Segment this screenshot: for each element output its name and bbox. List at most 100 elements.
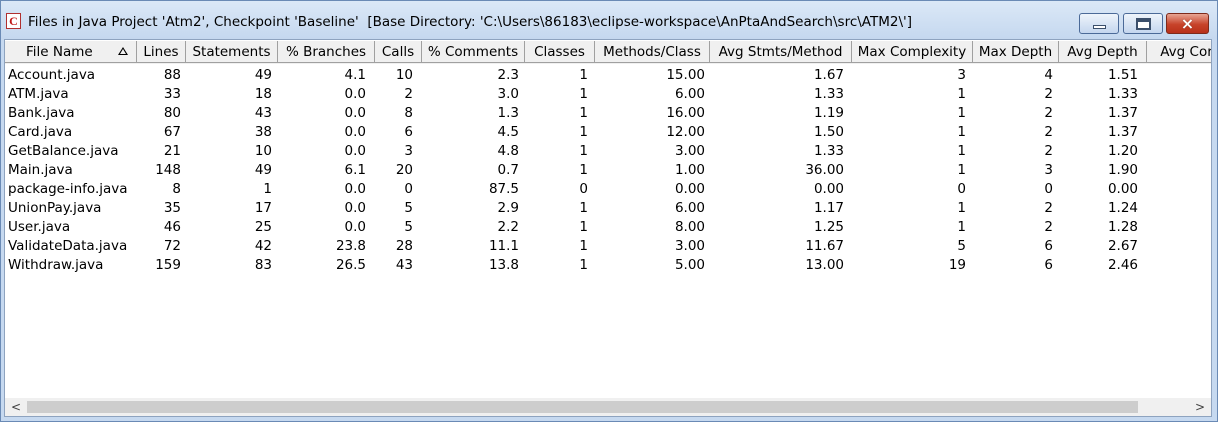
file-metrics-table: File Name Lines Statements% Branches Calls%… [4,39,1212,417]
cell-calls: 5 [404,200,413,216]
cell-avg-stmts-per-method: 1.50 [813,124,844,140]
cell-methods-per-class: 8.00 [674,219,705,235]
title-bar[interactable]: C Files in Java Project 'Atm2', Checkpoi… [1,1,1217,39]
cell-classes: 1 [579,105,588,121]
cell-statements: 25 [254,219,272,235]
column-header-avg-stmts-per-method[interactable]: Avg Stmts/Method [710,41,852,63]
cell-lines: 35 [163,200,181,216]
cell-avg-stmts-per-method: 36.00 [805,162,844,178]
table-row[interactable]: Account.java 88 49 4.1 10 2.3 1 15.00 1.67 3 4 1.51 [5,66,1211,85]
column-header-avg-depth[interactable]: Avg Depth [1059,41,1147,63]
cell-avg-stmts-per-method: 1.33 [813,86,844,102]
table-row[interactable]: Bank.java 80 43 0.0 8 1.3 1 16.00 1.19 1 2 1.37 [5,104,1211,123]
cell-avg-stmts-per-method: 0.00 [813,181,844,197]
cell-avg-depth: 1.28 [1107,219,1138,235]
cell-max-depth: 2 [1044,124,1053,140]
table-row[interactable]: ValidateData.java 72 42 23.8 28 11.1 1 3.00 11.6… [5,237,1211,256]
close-icon: × [1180,14,1195,33]
cell-classes: 1 [579,238,588,254]
cell-classes: 1 [579,257,588,273]
cell-max-complexity: 1 [957,219,966,235]
cell-lines: 148 [155,162,181,178]
cell-avg-depth: 2.46 [1107,257,1138,273]
cell-avg-depth: 1.33 [1107,86,1138,102]
column-header-methods-per-class[interactable]: Methods/Class [595,41,710,63]
cell-comments: 2.3 [497,67,519,83]
table-row[interactable]: User.java 46 25 0.0 5 2.2 1 8.00 1.25 1 2 1.28 [5,218,1211,237]
cell-comments: 2.2 [497,219,519,235]
column-header-classes[interactable]: Classes [525,41,595,63]
cell-comments: 11.1 [488,238,519,254]
cell-lines: 67 [163,124,181,140]
column-header-comments[interactable]: % Comments [422,41,525,63]
cell-lines: 72 [163,238,181,254]
table-row[interactable]: package-info.java 8 1 0.0 0 87.5 0 0.00 0.00 0 0 0.… [5,180,1211,199]
table-row[interactable]: UnionPay.java 35 17 0.0 5 2.9 1 6.00 1.17 1 2 1.24 [5,199,1211,218]
table-row[interactable]: Main.java 148 49 6.1 20 0.7 1 1.00 36.00 1 3 1.90 [5,161,1211,180]
cell-file-name: UnionPay.java [8,200,102,216]
column-header-max-depth[interactable]: Max Depth [973,41,1059,63]
close-button[interactable]: × [1166,13,1209,34]
cell-lines: 46 [163,219,181,235]
cell-avg-depth: 2.67 [1107,238,1138,254]
cell-avg-depth: 1.37 [1107,105,1138,121]
column-header-avg-complexity[interactable]: Avg Cor [1147,41,1211,63]
column-header-lines[interactable]: Lines [137,41,186,63]
cell-methods-per-class: 0.00 [674,181,705,197]
table-row[interactable]: GetBalance.java 21 10 0.0 3 4.8 1 3.00 1.33 1 2 1.2… [5,142,1211,161]
cell-max-depth: 2 [1044,105,1053,121]
cell-classes: 1 [579,219,588,235]
cell-file-name: Account.java [8,67,96,83]
cell-comments: 0.7 [497,162,519,178]
scrollbar-thumb[interactable] [27,401,1138,413]
cell-calls: 5 [404,219,413,235]
cell-calls: 8 [404,105,413,121]
cell-file-name: Card.java [8,124,73,140]
cell-calls: 20 [395,162,413,178]
cell-max-depth: 0 [1044,181,1053,197]
cell-methods-per-class: 15.00 [666,67,705,83]
column-header-max-complexity[interactable]: Max Complexity [852,41,973,63]
cell-lines: 21 [163,143,181,159]
table-row[interactable]: Card.java 67 38 0.0 6 4.5 1 12.00 1.50 1 2 1.37 [5,123,1211,142]
cell-calls: 2 [404,86,413,102]
column-header-branches[interactable]: % Branches [278,41,375,63]
cell-methods-per-class: 3.00 [674,238,705,254]
cell-max-depth: 3 [1044,162,1053,178]
cell-methods-per-class: 6.00 [674,200,705,216]
cell-methods-per-class: 3.00 [674,143,705,159]
cell-comments: 3.0 [497,86,519,102]
cell-file-name: Withdraw.java [8,257,104,273]
column-header-statements[interactable]: Statements [186,41,278,63]
table-row[interactable]: ATM.java 33 18 0.0 2 3.0 1 6.00 1.33 1 2 1.33 [5,85,1211,104]
minimize-icon [1093,25,1106,29]
cell-max-depth: 2 [1044,219,1053,235]
cell-max-complexity: 1 [957,124,966,140]
cell-comments: 1.3 [497,105,519,121]
cell-calls: 28 [395,238,413,254]
cell-calls: 0 [404,181,413,197]
table-row[interactable]: Withdraw.java 159 83 26.5 43 13.8 1 5.00 13.00 19… [5,256,1211,275]
scroll-left-arrow[interactable]: < [7,398,25,416]
cell-lines: 33 [163,86,181,102]
cell-avg-stmts-per-method: 1.33 [813,143,844,159]
cell-avg-stmts-per-method: 13.00 [805,257,844,273]
cell-methods-per-class: 1.00 [674,162,705,178]
cell-max-complexity: 1 [957,200,966,216]
cell-statements: 1 [263,181,272,197]
cell-avg-stmts-per-method: 1.25 [813,219,844,235]
cell-comments: 2.9 [497,200,519,216]
cell-max-depth: 2 [1044,86,1053,102]
column-header-calls[interactable]: Calls [375,41,422,63]
cell-methods-per-class: 12.00 [666,124,705,140]
cell-lines: 88 [163,67,181,83]
scroll-right-arrow[interactable]: > [1191,398,1209,416]
cell-methods-per-class: 16.00 [666,105,705,121]
cell-calls: 3 [404,143,413,159]
project-files-window: C Files in Java Project 'Atm2', Checkpoi… [0,0,1218,422]
minimize-button[interactable] [1079,13,1119,34]
cell-comments: 13.8 [488,257,519,273]
cell-avg-depth: 1.51 [1107,67,1138,83]
maximize-button[interactable] [1123,13,1163,34]
horizontal-scrollbar[interactable]: < > [5,398,1211,416]
